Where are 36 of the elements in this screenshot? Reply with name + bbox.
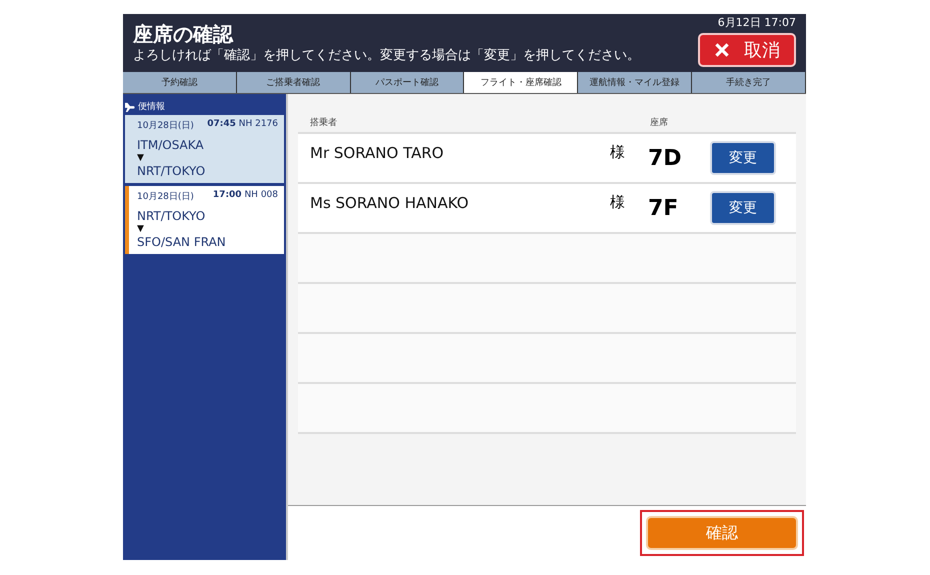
arrow-text: ▼	[137, 224, 145, 234]
flight-time: 07:45	[207, 119, 236, 129]
column-header: 座席	[650, 116, 668, 129]
flight-card[interactable]: 10月28日(日) 07:45 NH 2176 ITM/OSAKA ▼ NRT/TOKYO	[125, 115, 284, 183]
flight-date: 10月28日(日)	[137, 120, 194, 132]
close-icon	[714, 42, 730, 58]
destination-city: SFO/SAN FRAN	[137, 234, 227, 250]
change-button[interactable]: 変更	[710, 191, 776, 225]
plane-icon	[125, 102, 135, 112]
flight-number: NH 008	[244, 190, 278, 200]
destination-city: NRT/TOKYO	[137, 163, 206, 179]
arrow-text: ▼	[137, 153, 145, 163]
flight-number: NH 2176	[238, 119, 278, 129]
screen-title: 座席の確認	[133, 21, 234, 47]
progress-step: 運航情報・マイル登録	[578, 72, 692, 93]
cancel-button[interactable]: 取消	[698, 33, 796, 67]
seat-number: 7D	[647, 146, 683, 170]
origin-city: NRT/TOKYO	[137, 208, 206, 224]
honorific-text: 様	[610, 192, 626, 212]
flight-time: 17:00	[212, 190, 242, 200]
flight-card[interactable]: 10月28日(日) 17:00 NH 008 NRT/TOKYO ▼ SFO/SAN FRAN	[125, 186, 284, 254]
column-header: 搭乗者	[310, 116, 338, 129]
sidebar-title: 便情報	[138, 100, 165, 113]
progress-step: 手続き完了	[692, 72, 806, 93]
seat-number: 7F	[647, 196, 680, 220]
passenger-name: Mr SORANO TARO	[310, 143, 445, 162]
progress-step: ご搭乗者確認	[236, 72, 351, 93]
date-time: 6月12日 17:07	[718, 16, 796, 30]
flight-date: 10月28日(日)	[137, 191, 194, 203]
change-button[interactable]: 変更	[710, 141, 776, 175]
instruction-text: よろしければ「確認」を押してください。変更する場合は「変更」を押してください。	[133, 47, 640, 65]
honorific-text: 様	[610, 142, 626, 162]
progress-step: フライト・座席確認	[464, 72, 578, 93]
origin-city: ITM/OSAKA	[137, 137, 205, 153]
progress-step: 予約確認	[123, 72, 237, 93]
passenger-name: Ms SORANO HANAKO	[310, 193, 470, 212]
